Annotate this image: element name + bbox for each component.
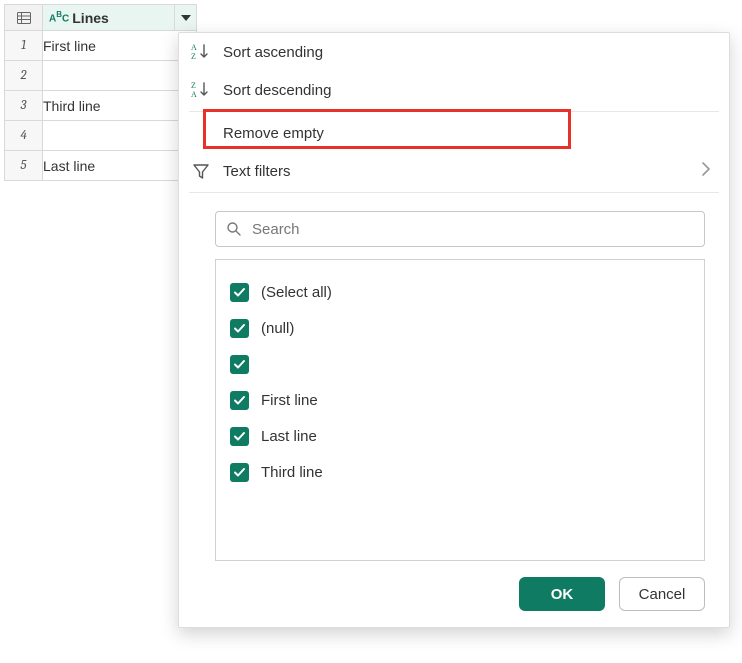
filter-checkbox-item[interactable]: First line	[230, 382, 690, 418]
caret-down-icon	[181, 15, 191, 21]
checkbox-checked-icon	[230, 463, 249, 482]
menu-label: Text filters	[223, 163, 691, 180]
remove-empty-item[interactable]: Remove empty	[179, 114, 729, 152]
column-filter-dropdown: A Z Sort ascending Z A Sort descending R…	[178, 32, 730, 628]
sort-ascending-icon: A Z	[189, 42, 213, 62]
filter-item-label: Last line	[261, 428, 317, 445]
filter-checkbox-item[interactable]	[230, 346, 690, 382]
svg-text:Z: Z	[191, 81, 196, 90]
row-header[interactable]: 1	[5, 31, 43, 61]
checkbox-checked-icon	[230, 427, 249, 446]
svg-text:A: A	[191, 43, 197, 52]
filter-item-label: First line	[261, 392, 318, 409]
search-input[interactable]	[250, 220, 694, 239]
chevron-right-icon	[701, 162, 711, 180]
row-header[interactable]: 2	[5, 61, 43, 91]
text-type-icon: ABC	[49, 11, 69, 23]
data-cell[interactable]: Third line	[43, 91, 197, 121]
row-header[interactable]: 4	[5, 121, 43, 151]
table-icon	[16, 10, 32, 26]
text-filters-item[interactable]: Text filters	[179, 152, 729, 190]
checkbox-checked-icon	[230, 355, 249, 374]
menu-divider	[189, 192, 719, 193]
ok-button[interactable]: OK	[519, 577, 605, 611]
menu-label: Sort ascending	[223, 44, 711, 61]
filter-search-box[interactable]	[215, 211, 705, 247]
svg-text:Z: Z	[191, 52, 196, 61]
select-table-button[interactable]	[5, 5, 43, 31]
filter-values-panel: (Select all) (null) First line Last line…	[215, 259, 705, 561]
menu-label: Sort descending	[223, 82, 711, 99]
sort-descending-item[interactable]: Z A Sort descending	[179, 71, 729, 109]
data-cell[interactable]: Last line	[43, 151, 197, 181]
column-filter-dropdown-button[interactable]	[174, 5, 196, 31]
checkbox-checked-icon	[230, 283, 249, 302]
filter-item-label: (Select all)	[261, 284, 332, 301]
column-header-label: Lines	[72, 10, 109, 26]
data-grid: ABC Lines 1 First line 2 3 Third line 4 …	[4, 4, 197, 181]
filter-checkbox-item[interactable]: (null)	[230, 310, 690, 346]
filter-item-label: (null)	[261, 320, 294, 337]
filter-item-label: Third line	[261, 464, 323, 481]
menu-divider	[189, 111, 719, 112]
row-header[interactable]: 3	[5, 91, 43, 121]
data-cell[interactable]	[43, 61, 197, 91]
cancel-button[interactable]: Cancel	[619, 577, 705, 611]
data-cell[interactable]: First line	[43, 31, 197, 61]
row-header[interactable]: 5	[5, 151, 43, 181]
checkbox-checked-icon	[230, 391, 249, 410]
column-header-lines[interactable]: ABC Lines	[43, 5, 197, 31]
funnel-icon	[189, 162, 213, 180]
svg-text:A: A	[191, 90, 197, 99]
checkbox-checked-icon	[230, 319, 249, 338]
menu-label: Remove empty	[223, 125, 711, 142]
filter-checkbox-item[interactable]: (Select all)	[230, 274, 690, 310]
sort-descending-icon: Z A	[189, 80, 213, 100]
filter-checkbox-item[interactable]: Last line	[230, 418, 690, 454]
data-cell[interactable]	[43, 121, 197, 151]
search-icon	[226, 221, 242, 237]
sort-ascending-item[interactable]: A Z Sort ascending	[179, 33, 729, 71]
filter-checkbox-item[interactable]: Third line	[230, 454, 690, 490]
